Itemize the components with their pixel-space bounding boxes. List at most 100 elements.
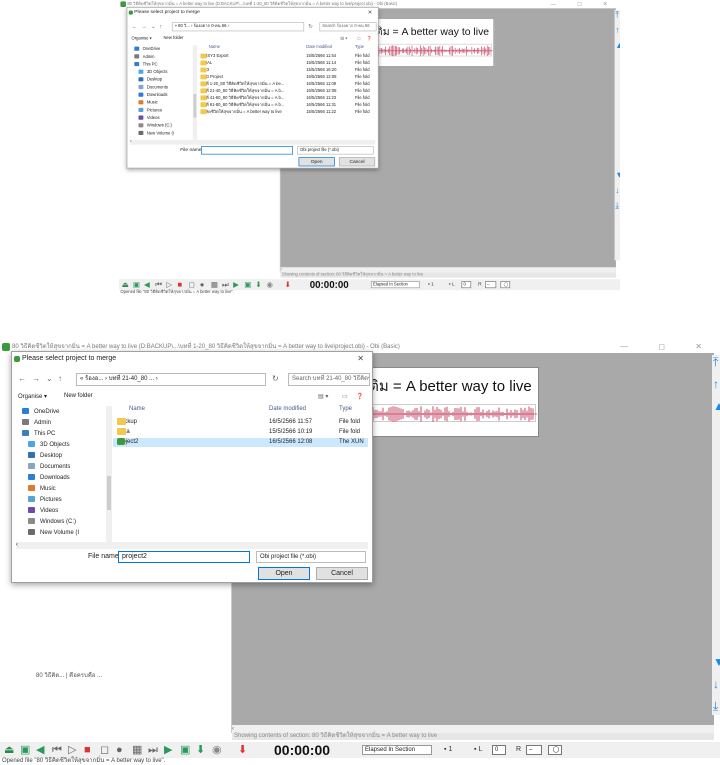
nav-item[interactable]: This PC	[134, 61, 158, 68]
nav-item[interactable]: Documents	[138, 84, 168, 91]
nav-item[interactable]: Pictures	[28, 496, 62, 505]
play-icon[interactable]: ▷	[166, 280, 172, 290]
back-icon[interactable]: ←	[132, 23, 138, 29]
record-down-icon[interactable]: ⬇	[285, 280, 291, 290]
down-triangle-icon[interactable]: ▼	[713, 655, 720, 669]
tree-item-text[interactable]: 80 วิธีคิด... | คือครบคือ ...	[36, 670, 102, 680]
record-icon[interactable]: ■	[84, 743, 91, 757]
file-hscrollbar[interactable]: ‹	[16, 542, 368, 549]
help-icon[interactable]: ❓	[367, 36, 372, 41]
marker-icon[interactable]: ▦	[132, 743, 142, 757]
nav-item[interactable]: 3D Objects	[138, 69, 168, 76]
window-controls[interactable]: — ◻ ✕	[551, 0, 618, 8]
play-icon[interactable]: ▷	[68, 743, 76, 757]
refresh-icon[interactable]: ↻	[272, 374, 279, 383]
refresh-icon[interactable]: ↻	[308, 23, 313, 29]
go-top-icon[interactable]: ⤒	[713, 355, 718, 370]
nav-scrollbar[interactable]	[192, 45, 197, 140]
new-section-icon[interactable]: ▣	[133, 280, 140, 290]
rewind-icon[interactable]: ◀	[144, 280, 150, 290]
view-options-icon[interactable]: ▤ ▾	[340, 36, 347, 41]
nav-item[interactable]: Music	[138, 100, 158, 106]
page-stepper[interactable]: ▪ 1	[444, 745, 452, 755]
recent-icon[interactable]: ⌄	[46, 374, 53, 383]
previous-icon[interactable]: ⏮	[52, 743, 62, 757]
forward-icon[interactable]: →	[141, 23, 147, 29]
record-down-icon[interactable]: ⬇	[238, 743, 247, 757]
file-row[interactable]: Backup 16/5/2566 11:57 File fold	[113, 418, 368, 427]
page-stepper[interactable]: ▪ 1	[428, 281, 434, 288]
nav-item[interactable]: New Volume (I	[138, 130, 174, 137]
forward-icon[interactable]: →	[32, 374, 40, 383]
nav-item[interactable]: 3D Objects	[28, 441, 70, 450]
file-row[interactable]: project2 16/5/2566 12:08 The XUN	[113, 438, 368, 447]
column-name[interactable]: Name	[209, 45, 220, 49]
file-row[interactable]: วิธีคิดชีวิตให้สุขจากมิ่น = A better way…	[198, 109, 375, 115]
file-row[interactable]: บทที่ 61-80_80 วิธีคิดชีวิตให้สุขจากมิ่น…	[198, 102, 375, 108]
file-row[interactable]: OLD Project 16/5/2566 12:08 File fold	[198, 74, 375, 80]
forward-icon[interactable]: ▶	[233, 280, 239, 290]
recent-icon[interactable]: ⌄	[151, 23, 156, 29]
column-type[interactable]: Type	[355, 45, 364, 49]
record-button[interactable]: ◯	[548, 745, 562, 755]
record-icon[interactable]: ■	[177, 280, 182, 290]
up-arrow-icon[interactable]: ↑	[615, 25, 619, 35]
file-name-input[interactable]	[201, 146, 293, 155]
down-arrow-icon[interactable]: ↓	[713, 677, 719, 691]
nav-item[interactable]: Desktop	[138, 77, 162, 83]
nav-item[interactable]: OneDrive	[134, 46, 160, 53]
new-folder-button[interactable]: New folder	[164, 36, 184, 40]
r-value[interactable]: –	[485, 281, 497, 289]
up-triangle-icon[interactable]: ▲	[713, 399, 720, 413]
nav-item[interactable]: Videos	[28, 507, 58, 516]
file-row[interactable]: MP3 15/5/2566 16:20 File fold	[198, 67, 375, 74]
pause-icon[interactable]: ●	[200, 280, 205, 290]
nav-item[interactable]: Admin	[22, 419, 51, 428]
time-mode-select[interactable]: Elapsed In Section	[370, 281, 420, 289]
column-name[interactable]: Name	[129, 406, 145, 412]
file-type-select[interactable]: Obi project file (*.obi)	[297, 146, 374, 155]
section-icon[interactable]: ▣	[180, 743, 190, 757]
nav-scroll-thumb[interactable]	[193, 93, 197, 118]
file-type-select[interactable]: Obi project file (*.obi)	[256, 551, 366, 563]
column-type[interactable]: Type	[339, 406, 352, 412]
down-triangle-icon[interactable]: ▼	[615, 170, 620, 180]
up-triangle-icon[interactable]: ▲	[615, 40, 620, 50]
r-value[interactable]: –	[526, 745, 542, 755]
time-mode-select[interactable]: Elapsed In Section	[362, 745, 432, 755]
column-date[interactable]: Date modified	[269, 406, 306, 412]
nav-scroll-thumb[interactable]	[107, 476, 111, 510]
file-row[interactable]: FINAL 15/5/2566 11:14 File fold	[198, 60, 375, 67]
file-row[interactable]: บทที่ 1-20_80 วิธีคิดชีวิตให้สุขจากมิ่น …	[198, 81, 375, 87]
l-value[interactable]: 0	[492, 745, 506, 755]
file-row[interactable]: Data 15/5/2566 10:19 File fold	[113, 428, 368, 437]
file-row[interactable]: บทที่ 41-60_80 วิธีคิดชีวิตให้สุขจากมิ่น…	[198, 95, 375, 101]
go-bottom-icon[interactable]: ⤓	[713, 699, 718, 714]
nav-item[interactable]: Videos	[138, 115, 160, 122]
nav-item[interactable]: Documents	[28, 463, 70, 472]
up-icon[interactable]: ↑	[58, 374, 62, 383]
nav-item[interactable]: Pictures	[138, 107, 162, 114]
preview-pane-icon[interactable]: ▭	[342, 393, 348, 400]
next-icon[interactable]: ⏭	[222, 280, 229, 290]
l-value[interactable]: 0	[461, 281, 472, 289]
search-input[interactable]: Search บทที่ 21-40_80 วิธีคิดชี...	[288, 373, 370, 386]
organise-menu[interactable]: Organise ▾	[132, 36, 152, 41]
open-button[interactable]: Open	[258, 567, 310, 580]
horizontal-scrollbar[interactable]: ‹	[232, 725, 714, 733]
open-button[interactable]: Open	[298, 157, 335, 167]
cancel-button[interactable]: Cancel	[338, 157, 376, 167]
close-icon[interactable]: ✕	[357, 354, 364, 363]
next-icon[interactable]: ⏭	[148, 743, 158, 757]
stop-icon[interactable]: ◻	[189, 280, 195, 290]
go-bottom-icon[interactable]: ⤓	[615, 200, 619, 210]
info-icon[interactable]: ◉	[267, 280, 274, 290]
info-icon[interactable]: ◉	[212, 743, 222, 757]
search-input[interactable]: Search ร้องอยาก 0-คน 66	[319, 22, 377, 32]
record-button[interactable]: ◯	[500, 281, 511, 289]
go-top-icon[interactable]: ⤒	[615, 10, 619, 20]
nav-item[interactable]: Admin	[134, 54, 155, 60]
help-icon[interactable]: ❓	[356, 393, 363, 400]
preview-pane-icon[interactable]: ▭	[357, 36, 361, 41]
nav-item[interactable]: Windows (C:)	[28, 518, 76, 527]
